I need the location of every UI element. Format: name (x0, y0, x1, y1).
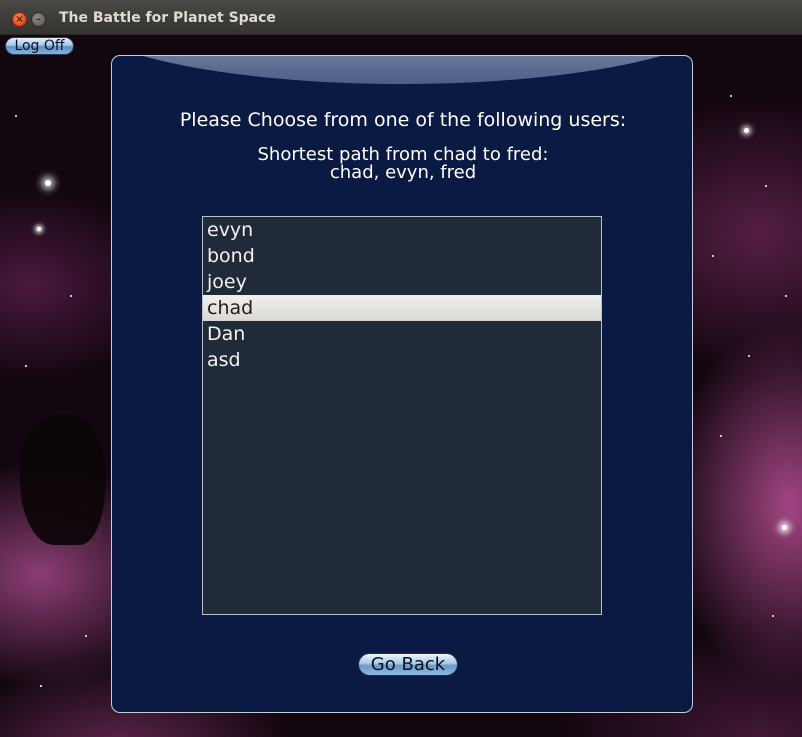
star (744, 128, 749, 133)
list-item[interactable]: evyn (203, 217, 601, 243)
star (785, 295, 787, 297)
star (748, 355, 750, 357)
nebula-silhouette (20, 415, 105, 545)
choose-user-prompt: Please Choose from one of the following … (179, 109, 627, 131)
star (772, 615, 774, 617)
go-back-button[interactable]: Go Back (358, 653, 458, 676)
star (70, 295, 72, 297)
star (782, 525, 787, 530)
star (15, 115, 17, 117)
close-icon[interactable]: × (12, 12, 27, 27)
user-list[interactable]: evyn bond joey chad Dan asd (202, 216, 602, 615)
star (765, 185, 767, 187)
window-title: The Battle for Planet Space (59, 10, 276, 26)
star (45, 180, 51, 186)
star (720, 435, 722, 437)
minimize-icon[interactable]: – (31, 12, 46, 27)
panel-header-arch (112, 56, 692, 84)
shortest-path-value: chad, evyn, fred (329, 162, 477, 183)
list-item[interactable]: Dan (203, 321, 601, 347)
star (730, 95, 732, 97)
star (85, 635, 87, 637)
app-window: × – The Battle for Planet Space Log Off … (0, 0, 802, 737)
star (40, 685, 42, 687)
list-item[interactable]: asd (203, 347, 601, 373)
star (25, 365, 27, 367)
list-item[interactable]: chad (203, 295, 601, 321)
list-item[interactable]: joey (203, 269, 601, 295)
log-off-button[interactable]: Log Off (5, 37, 74, 55)
star (712, 255, 714, 257)
title-bar[interactable]: × – The Battle for Planet Space (0, 0, 802, 35)
list-item[interactable]: bond (203, 243, 601, 269)
user-selection-panel: Please Choose from one of the following … (111, 55, 693, 713)
star (37, 227, 41, 231)
